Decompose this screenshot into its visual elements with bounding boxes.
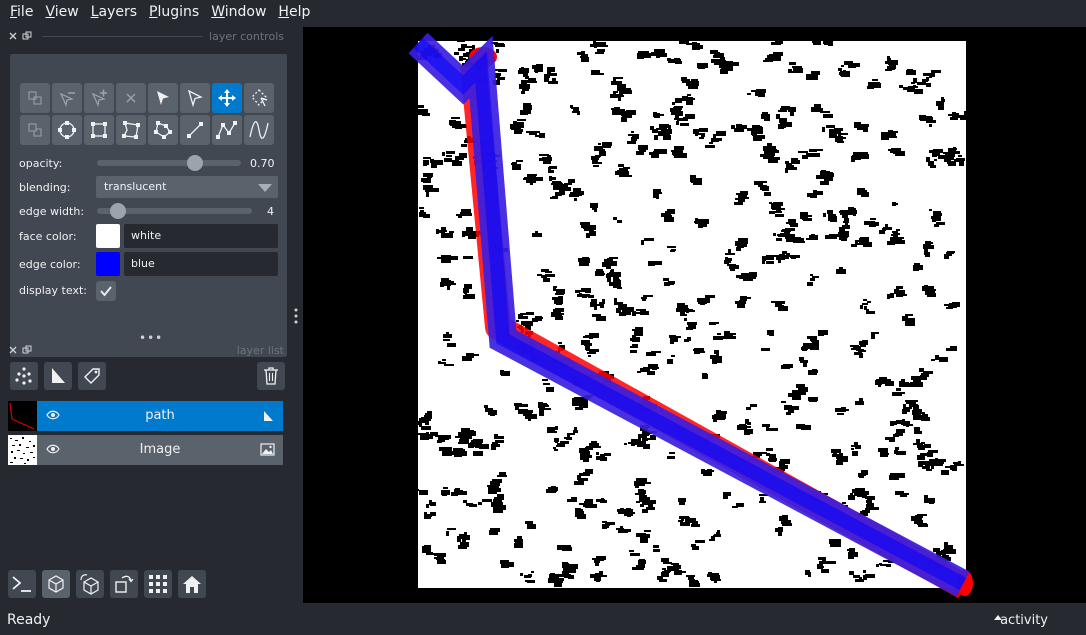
face-color-label: face color: <box>19 230 77 243</box>
face-color-swatch[interactable] <box>96 224 120 248</box>
display-text-label: display text: <box>19 284 87 297</box>
edge-width-label: edge width: <box>19 205 85 218</box>
remove-vertex-icon[interactable] <box>52 83 82 113</box>
select-shape-icon[interactable] <box>180 83 210 113</box>
grid-view-button[interactable] <box>144 570 172 598</box>
blending-select[interactable]: translucent <box>96 176 278 198</box>
new-shapes-layer-button[interactable] <box>44 362 72 390</box>
home-icon <box>183 576 201 593</box>
menu-view[interactable]: View <box>39 0 84 24</box>
image-layer-type-icon <box>260 443 275 459</box>
dock-resize-handle[interactable] <box>292 307 300 325</box>
add-path-icon[interactable] <box>212 115 242 145</box>
tag-icon <box>84 368 100 384</box>
layer-controls-panel: opacity: 0.70 blending: translucent edge… <box>10 54 287 357</box>
tool-row-2 <box>20 115 274 145</box>
layer-name[interactable]: Image <box>37 442 283 457</box>
menu-plugins[interactable]: Plugins <box>143 0 205 24</box>
cube-icon <box>48 575 64 593</box>
status-text: Ready <box>7 612 51 628</box>
ndisplay-button[interactable] <box>42 570 70 598</box>
new-points-layer-button[interactable] <box>10 362 38 390</box>
transpose-icon <box>115 575 134 593</box>
delete-shape-icon[interactable] <box>116 83 146 113</box>
float-dock-icon[interactable] <box>22 31 32 41</box>
layer-list-header: layer list <box>8 341 284 359</box>
layer-list-title: layer list <box>236 343 284 357</box>
layer-controls-header: layer controls <box>8 27 284 45</box>
layer-thumbnail <box>8 435 37 465</box>
transform-icon[interactable] <box>244 83 274 113</box>
add-rectangle-icon[interactable] <box>84 115 114 145</box>
face-color-field[interactable]: white <box>124 224 278 248</box>
add-polygon-icon[interactable] <box>148 115 178 145</box>
home-button[interactable] <box>178 570 206 598</box>
select-direct-icon[interactable] <box>148 83 178 113</box>
layer-controls-title: layer controls <box>209 29 284 43</box>
layer-row-path[interactable]: path <box>8 401 283 431</box>
header-divider <box>42 35 204 37</box>
roll-dims-button[interactable] <box>76 570 104 598</box>
close-dock-icon[interactable] <box>8 31 18 41</box>
menu-file[interactable]: File <box>4 0 39 24</box>
viewer-buttons <box>8 570 206 598</box>
float-dock-icon[interactable] <box>22 345 32 355</box>
checkmark-icon <box>100 286 112 297</box>
add-line-icon[interactable] <box>180 115 210 145</box>
left-dock: layer controls opacity: 0.70 blending: t… <box>0 26 292 603</box>
transpose-dims-button[interactable] <box>110 570 138 598</box>
console-button[interactable] <box>8 570 36 598</box>
opacity-slider-handle[interactable] <box>187 155 203 171</box>
activity-button[interactable]: activity <box>1000 613 1048 628</box>
delete-layer-button[interactable] <box>257 362 285 390</box>
add-polyline-icon[interactable] <box>244 115 274 145</box>
menu-layers[interactable]: Layers <box>85 0 143 24</box>
layer-buttons <box>10 362 106 390</box>
edge-width-slider[interactable] <box>97 203 252 219</box>
header-divider <box>42 349 231 351</box>
layer-row-image[interactable]: Image <box>8 435 283 465</box>
add-polygon-lasso-icon[interactable] <box>116 115 146 145</box>
close-dock-icon[interactable] <box>8 345 18 355</box>
layer-name[interactable]: path <box>37 408 283 423</box>
shapes-icon <box>52 368 65 383</box>
points-icon <box>15 367 32 385</box>
edge-color-label: edge color: <box>19 258 81 271</box>
add-ellipse-icon[interactable] <box>52 115 82 145</box>
menu-bar: File View Layers Plugins Window Help <box>0 0 1086 24</box>
add-vertex-icon[interactable] <box>84 83 114 113</box>
shape-rows-up-icon[interactable] <box>20 83 50 113</box>
layer-thumbnail <box>8 401 37 431</box>
new-labels-layer-button[interactable] <box>78 362 106 390</box>
blending-label: blending: <box>19 181 71 194</box>
grid-icon <box>149 575 167 593</box>
console-icon <box>12 576 31 592</box>
display-text-checkbox[interactable] <box>96 281 116 301</box>
trash-icon <box>264 367 278 385</box>
status-bar: Ready activity <box>0 604 1086 635</box>
opacity-slider[interactable] <box>97 155 241 171</box>
edge-width-slider-handle[interactable] <box>110 203 126 219</box>
pan-zoom-icon[interactable] <box>212 83 242 113</box>
edge-color-swatch[interactable] <box>96 252 120 276</box>
blending-value: translucent <box>104 180 167 193</box>
opacity-value: 0.70 <box>250 157 275 170</box>
path-shape-layer <box>408 32 973 599</box>
shapes-layer-type-icon <box>261 409 275 426</box>
edge-width-value: 4 <box>267 205 274 218</box>
opacity-label: opacity: <box>19 157 63 170</box>
chevron-down-icon <box>258 184 272 192</box>
roll-icon <box>80 574 99 595</box>
menu-help[interactable]: Help <box>272 0 316 24</box>
edge-color-field[interactable]: blue <box>124 252 278 276</box>
tool-row-1 <box>20 83 274 113</box>
menu-window[interactable]: Window <box>205 0 272 24</box>
viewer-canvas[interactable] <box>303 27 1086 603</box>
shape-rows-down-icon[interactable] <box>20 115 50 145</box>
